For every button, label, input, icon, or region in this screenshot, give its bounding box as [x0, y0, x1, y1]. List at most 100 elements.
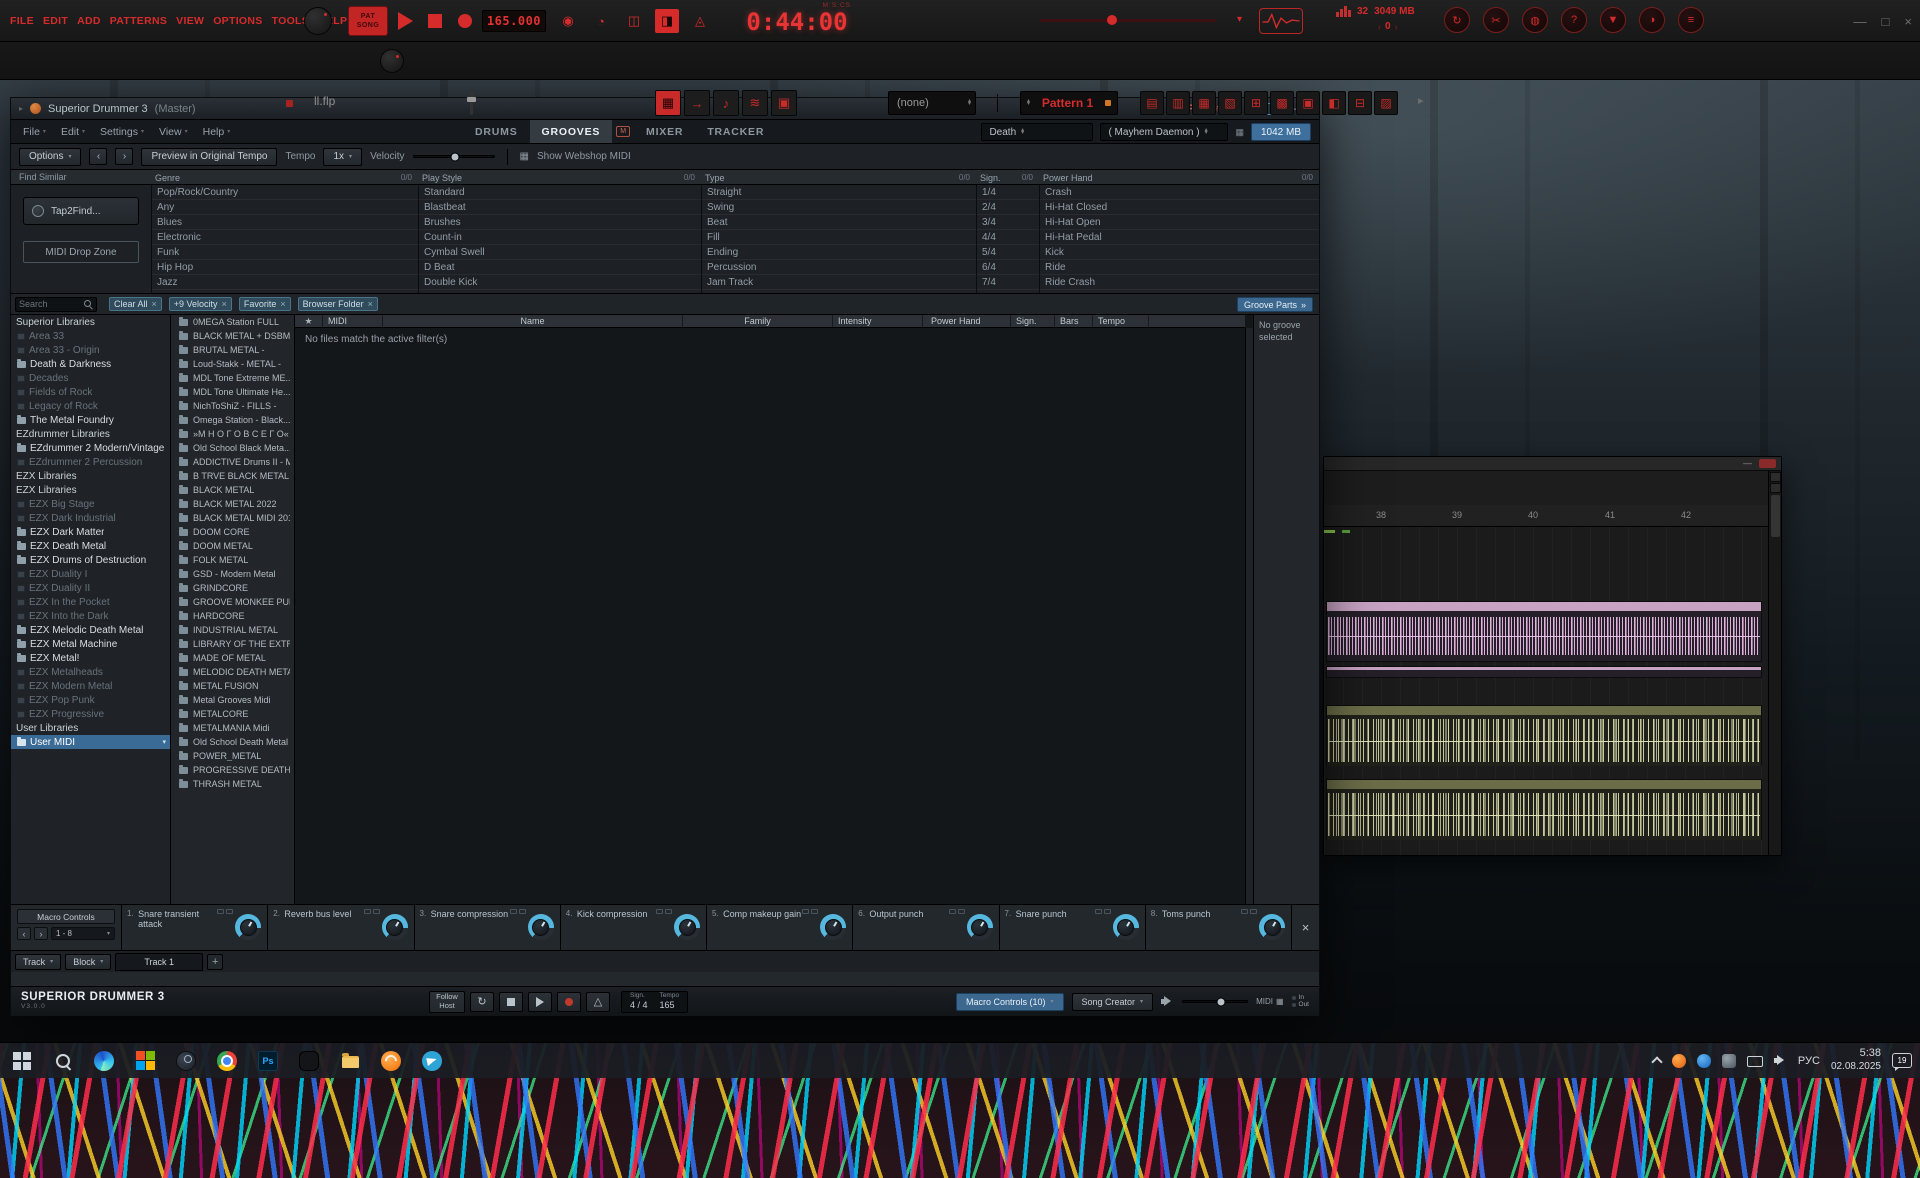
powerhand-item[interactable]: Hi-Hat Open — [1040, 215, 1319, 230]
type-item[interactable]: Jam Track — [702, 275, 976, 290]
taskbar-clock[interactable]: 5:38 02.08.2025 — [1831, 1047, 1881, 1073]
midi-folder-row[interactable]: DOOM METAL — [171, 539, 294, 553]
input-selector[interactable]: (none) ▴▾ — [888, 91, 976, 115]
midi-folder-row[interactable]: GROOVE MONKEE PUNK — [171, 595, 294, 609]
shuffle-slider[interactable] — [1040, 19, 1216, 22]
library-row[interactable]: EZX Metal! — [11, 651, 170, 665]
chip-close-icon[interactable] — [368, 300, 373, 309]
arrow-tool-icon[interactable]: → — [684, 90, 710, 116]
library-row[interactable]: Fields of Rock — [11, 385, 170, 399]
clip-name-bar[interactable] — [1327, 780, 1761, 789]
type-item[interactable]: Ending — [702, 245, 976, 260]
slide-tool-icon[interactable]: ≋ — [742, 90, 768, 116]
library-row[interactable]: EZX Melodic Death Metal — [11, 623, 170, 637]
table-scrollbar[interactable] — [1245, 328, 1253, 904]
macro-knob[interactable] — [967, 914, 993, 940]
library-row[interactable]: EZX Modern Metal — [11, 679, 170, 693]
favorite-column[interactable]: ★ — [295, 315, 323, 327]
render-icon[interactable]: ◑ — [1639, 7, 1665, 33]
groove-parts-button[interactable]: Groove Parts » — [1237, 297, 1313, 312]
tempo-tap-icon[interactable]: ◧ — [1322, 91, 1346, 115]
powerhand-item[interactable]: Kick — [1040, 245, 1319, 260]
signature-item[interactable]: 7/4 — [977, 275, 1039, 290]
macro-knob[interactable] — [235, 914, 261, 940]
velocity-slider[interactable] — [413, 155, 495, 158]
fl-menu-item[interactable]: FILE — [10, 15, 34, 27]
audio-clip-olive-1[interactable] — [1326, 705, 1762, 766]
macro-controls-title[interactable]: Macro Controls — [17, 909, 115, 924]
scrollbar-thumb[interactable] — [1771, 495, 1780, 537]
type-item[interactable]: Percussion — [702, 260, 976, 275]
midi-folder-row[interactable]: METAL FUSION — [171, 679, 294, 693]
poly-next-icon[interactable]: › — [1395, 22, 1398, 32]
midi-folder-row[interactable]: LIBRARY OF THE EXTRE... — [171, 637, 294, 651]
macro-knob[interactable] — [820, 914, 846, 940]
midi-folder-row[interactable]: MDL Tone Ultimate He... — [171, 385, 294, 399]
note-tool-icon[interactable]: ♪ — [713, 90, 739, 116]
tray-app-icon-blue[interactable] — [1697, 1054, 1711, 1068]
sd3-menu-item[interactable]: Settings▾ — [100, 126, 144, 138]
signature-item[interactable]: 5/4 — [977, 245, 1039, 260]
clip-name-bar[interactable] — [1327, 706, 1761, 715]
signature-item[interactable]: 3/4 — [977, 215, 1039, 230]
col-header-type[interactable]: Type — [705, 173, 725, 183]
follow-host-button[interactable]: FollowHost — [429, 991, 465, 1013]
midi-folder-row[interactable]: 0MEGA Station FULL — [171, 315, 294, 329]
midi-folder-row[interactable]: ADDICTIVE Drums II - Mi... — [171, 455, 294, 469]
audio-clip-olive-2[interactable] — [1326, 779, 1762, 840]
playlist-icon[interactable]: ▤ — [1140, 91, 1164, 115]
notification-center-icon[interactable]: 19 — [1892, 1053, 1912, 1068]
macro-next-icon[interactable]: › — [34, 927, 48, 940]
genre-item[interactable]: Electronic — [152, 230, 418, 245]
fl-menu-item[interactable]: VIEW — [176, 15, 204, 27]
loop-marker[interactable] — [1342, 530, 1350, 533]
sign-value[interactable]: 4 / 4 — [630, 1000, 648, 1011]
library-row[interactable]: User Libraries — [11, 721, 170, 735]
volume-tray-icon[interactable] — [1774, 1055, 1787, 1066]
menu-icon[interactable]: ≡ — [1678, 7, 1704, 33]
playstyle-item[interactable]: Cymbal Swell — [419, 245, 701, 260]
clip-name-bar[interactable] — [1327, 667, 1761, 670]
preset-combo[interactable]: ( Mayhem Daemon ) ▴▾ — [1100, 123, 1228, 141]
midi-folder-row[interactable]: Old School Death Metal — [171, 735, 294, 749]
midi-drop-zone[interactable]: MIDI Drop Zone — [23, 241, 139, 263]
midi-folder-row[interactable]: GSD - Modern Metal — [171, 567, 294, 581]
library-row[interactable]: Decades — [11, 371, 170, 385]
midi-folder-row[interactable]: Old School Black Meta... — [171, 441, 294, 455]
spinner-icons[interactable]: ▴▾ — [968, 100, 971, 107]
sd3-stop-button[interactable] — [499, 992, 523, 1012]
library-row[interactable]: EZX Duality II — [11, 581, 170, 595]
library-row[interactable]: EZX Pop Punk — [11, 693, 170, 707]
col-bars[interactable]: Bars — [1055, 315, 1093, 327]
main-volume-knob[interactable] — [304, 7, 332, 35]
col-header-sign[interactable]: Sign. — [980, 173, 1001, 183]
fl-menu-item[interactable]: ADD — [77, 15, 101, 27]
scroll-up-button[interactable] — [1770, 472, 1781, 482]
show-webshop-midi-button[interactable]: Show Webshop MIDI — [537, 151, 631, 162]
signature-item[interactable]: 1/4 — [977, 185, 1039, 200]
tray-expand-icon[interactable] — [1651, 1056, 1662, 1067]
typing-to-piano-icon[interactable]: ◉ — [556, 9, 580, 33]
sound-library-combo[interactable]: Death ▴▾ — [981, 123, 1093, 141]
help-icon[interactable]: ? — [1561, 7, 1587, 33]
playlist-tracks-area[interactable] — [1324, 527, 1768, 855]
touch-controller-icon[interactable]: ⊟ — [1348, 91, 1372, 115]
detach-icon[interactable]: ▸ — [19, 104, 23, 113]
midi-folder-row[interactable]: MADE OF METAL — [171, 651, 294, 665]
undo-history-icon[interactable]: ↻ — [1444, 7, 1470, 33]
midi-folder-row[interactable]: Loud-Stakk - METAL - — [171, 357, 294, 371]
playstyle-item[interactable]: Double Kick — [419, 275, 701, 290]
midi-folder-row[interactable]: GRINDCORE — [171, 581, 294, 595]
macro-knob[interactable] — [528, 914, 554, 940]
memory-usage-badge[interactable]: 1042 MB — [1251, 123, 1311, 141]
col-intensity[interactable]: Intensity — [833, 315, 923, 327]
library-row[interactable]: EZX In the Pocket — [11, 595, 170, 609]
playlist-titlebar[interactable]: — — [1324, 457, 1781, 471]
col-header-powerhand[interactable]: Power Hand — [1043, 173, 1093, 183]
midi-folder-row[interactable]: MDL Tone Extreme ME... — [171, 371, 294, 385]
midi-folder-row[interactable]: BLACK METAL — [171, 483, 294, 497]
time-display[interactable]: 0:44:00 — [733, 9, 861, 35]
block-menu-button[interactable]: Block▾ — [65, 954, 111, 970]
library-row[interactable]: EZdrummer 2 Modern/Vintage — [11, 441, 170, 455]
fl-menu-item[interactable]: OPTIONS — [213, 15, 262, 27]
